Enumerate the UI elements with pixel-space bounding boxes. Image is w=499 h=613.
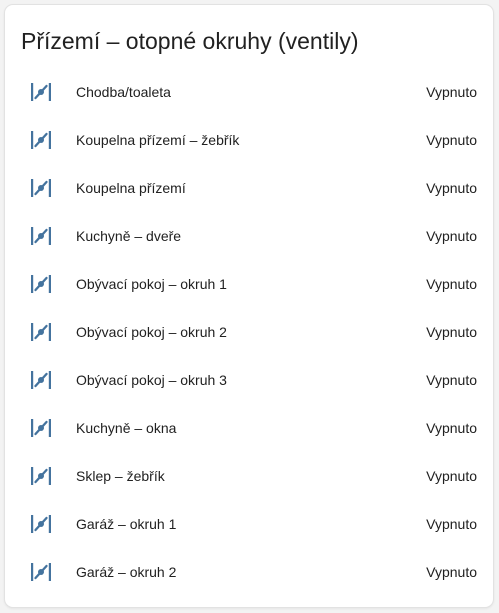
entity-state: Vypnuto [426, 516, 477, 532]
entity-name[interactable]: Garáž – okruh 1 [76, 500, 176, 548]
entity-row[interactable]: Sklep – žebřík Vypnuto [5, 452, 493, 500]
entity-row[interactable]: Garáž – okruh 2 Vypnuto [5, 548, 493, 596]
entity-name[interactable]: Obývací pokoj – okruh 3 [76, 356, 227, 404]
entity-name[interactable]: Sklep – žebřík [76, 452, 165, 500]
entity-name[interactable]: Obývací pokoj – okruh 2 [76, 308, 227, 356]
valve-closed-icon[interactable] [29, 128, 53, 152]
valve-closed-icon[interactable] [29, 224, 53, 248]
entity-state: Vypnuto [426, 468, 477, 484]
entity-row[interactable]: Obývací pokoj – okruh 1 Vypnuto [5, 260, 493, 308]
card-title: Přízemí – otopné okruhy (ventily) [21, 28, 359, 54]
valve-closed-icon[interactable] [29, 176, 53, 200]
entity-state: Vypnuto [426, 180, 477, 196]
entity-state: Vypnuto [426, 564, 477, 580]
entity-row[interactable]: Kuchyně – dveře Vypnuto [5, 212, 493, 260]
entity-state: Vypnuto [426, 324, 477, 340]
entities-card: Přízemí – otopné okruhy (ventily) Chodba… [4, 4, 494, 608]
entity-name[interactable]: Kuchyně – dveře [76, 212, 181, 260]
entity-name[interactable]: Koupelna přízemí [76, 164, 186, 212]
entity-name[interactable]: Garáž – okruh 2 [76, 548, 176, 596]
entity-row[interactable]: Chodba/toaleta Vypnuto [5, 68, 493, 116]
entity-state: Vypnuto [426, 420, 477, 436]
valve-closed-icon[interactable] [29, 272, 53, 296]
entity-row[interactable]: Garáž – okruh 1 Vypnuto [5, 500, 493, 548]
entity-name[interactable]: Chodba/toaleta [76, 68, 171, 116]
entity-state: Vypnuto [426, 84, 477, 100]
entity-name[interactable]: Kuchyně – okna [76, 404, 176, 452]
entity-name[interactable]: Obývací pokoj – okruh 1 [76, 260, 227, 308]
entity-row[interactable]: Kuchyně – okna Vypnuto [5, 404, 493, 452]
entity-state: Vypnuto [426, 132, 477, 148]
valve-closed-icon[interactable] [29, 368, 53, 392]
entity-row[interactable]: Obývací pokoj – okruh 3 Vypnuto [5, 356, 493, 404]
entity-row[interactable]: Obývací pokoj – okruh 2 Vypnuto [5, 308, 493, 356]
valve-closed-icon[interactable] [29, 464, 53, 488]
valve-closed-icon[interactable] [29, 560, 53, 584]
entity-name[interactable]: Koupelna přízemí – žebřík [76, 116, 239, 164]
valve-closed-icon[interactable] [29, 320, 53, 344]
entity-row[interactable]: Koupelna přízemí – žebřík Vypnuto [5, 116, 493, 164]
entity-state: Vypnuto [426, 228, 477, 244]
entity-row[interactable]: Koupelna přízemí Vypnuto [5, 164, 493, 212]
valve-closed-icon[interactable] [29, 80, 53, 104]
entity-list: Chodba/toaleta Vypnuto Koupelna přízemí – … [5, 68, 493, 596]
valve-closed-icon[interactable] [29, 416, 53, 440]
valve-closed-icon[interactable] [29, 512, 53, 536]
entity-state: Vypnuto [426, 276, 477, 292]
entity-state: Vypnuto [426, 372, 477, 388]
